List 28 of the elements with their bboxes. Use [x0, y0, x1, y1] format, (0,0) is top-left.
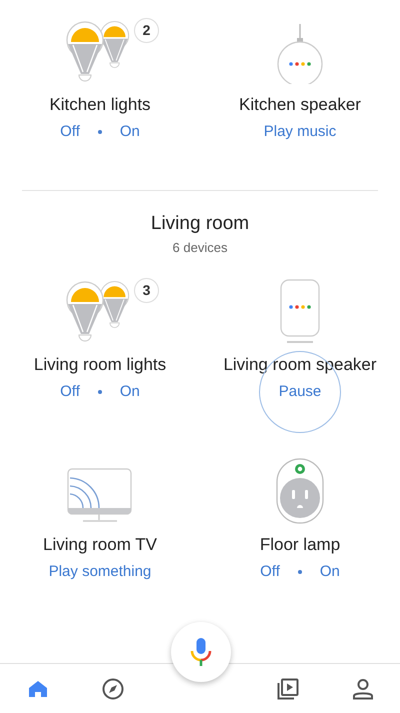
action-link[interactable]: Play music	[264, 120, 336, 144]
action-link[interactable]: Play something	[48, 560, 152, 584]
device-name: Living room lights	[34, 354, 166, 376]
action-link[interactable]: Pause	[278, 380, 322, 404]
action-link[interactable]: Off	[60, 380, 80, 404]
count-badge: 2	[134, 18, 159, 43]
home-icon	[28, 678, 48, 698]
action-link[interactable]: On	[120, 380, 140, 404]
device-name: Kitchen speaker	[239, 94, 361, 116]
cast-tv-icon	[67, 468, 133, 524]
microphone-button[interactable]	[171, 622, 231, 682]
device-name: Living room TV	[42, 534, 157, 556]
action-link[interactable]: Off	[60, 120, 80, 144]
compass-icon	[102, 678, 124, 700]
device-count: 6 devices	[172, 239, 228, 257]
action-link[interactable]: On	[320, 560, 340, 584]
room-title: Living room	[150, 212, 250, 236]
device-name: Kitchen lights	[49, 94, 151, 116]
media-icon	[276, 678, 298, 700]
account-icon	[352, 678, 374, 700]
device-name: Floor lamp	[260, 534, 340, 556]
microphone-icon	[190, 637, 212, 667]
speaker-icon	[278, 278, 322, 344]
smart-plug-icon	[276, 458, 324, 524]
action-link[interactable]: On	[120, 120, 140, 144]
device-name: Living room speaker	[223, 354, 377, 376]
count-badge: 3	[134, 278, 159, 303]
action-link[interactable]: Off	[260, 560, 280, 584]
